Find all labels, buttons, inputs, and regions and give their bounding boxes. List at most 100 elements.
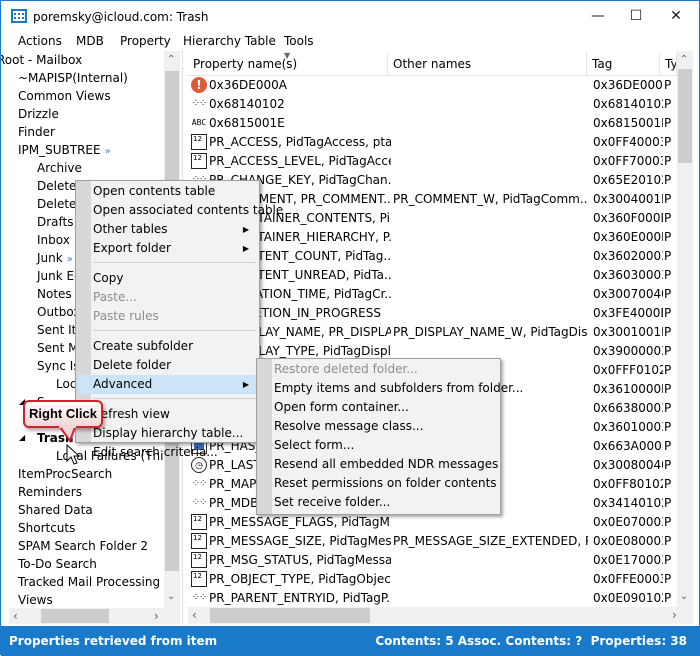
tree-item[interactable]: Junk» xyxy=(37,249,73,267)
tree-item-label: Shortcuts xyxy=(18,521,76,535)
menu-actions[interactable]: Actions xyxy=(18,34,62,48)
menu-item-refresh-view[interactable]: Refresh view xyxy=(78,405,257,424)
property-row[interactable]: ⁘⁘PR_CHANGE_KEY, PidTagChan...0x65E20102… xyxy=(188,171,677,190)
list-vertical-scrollbar[interactable]: ⌃ ⌄ xyxy=(677,51,693,607)
menu-item-copy[interactable]: Copy xyxy=(78,269,257,288)
tree-item[interactable]: Root - Mailbox xyxy=(1,51,82,69)
property-row[interactable]: 12 PR_MESSAGE_SIZE, PidTagMess... PR_MESSA… xyxy=(188,532,677,551)
property-row[interactable]: 12PR_CONTENT_UNREAD, PidTa...0x36030003P xyxy=(188,266,677,285)
property-type: P xyxy=(664,230,672,244)
tree-item[interactable]: Shortcuts xyxy=(18,519,75,537)
list-horizontal-scrollbar[interactable]: ‹ › xyxy=(188,607,693,624)
property-row[interactable]: 12 PR_ACCESS, PidTagAccess, pta... 0x0FF40… xyxy=(188,133,677,152)
menu-property[interactable]: Property xyxy=(120,34,171,48)
menu-item-resend-all-embedded-ndr-messages[interactable]: Resend all embedded NDR messages xyxy=(259,455,498,474)
other-names: PR_DISPLAY_NAME_W, PidTagDis... xyxy=(393,325,588,339)
menu-bar: Actions MDB Property Hierarchy Table Too… xyxy=(1,31,699,51)
tree-horizontal-scrollbar[interactable]: ‹ › xyxy=(9,608,180,624)
menu-item-select-form[interactable]: Select form... xyxy=(259,436,498,455)
tree-item[interactable]: Junk E- xyxy=(37,267,78,285)
property-row[interactable]: 12 PR_OBJECT_TYPE, PidTagObjec... 0x0FFE00… xyxy=(188,570,677,589)
menu-separator xyxy=(93,398,255,399)
property-row[interactable]: 12 PR_MESSAGE_FLAGS, PidTagM... 0x0E070003… xyxy=(188,513,677,532)
menu-item-paste: Paste... xyxy=(78,288,257,307)
menu-item-label: Copy xyxy=(93,271,124,285)
property-row[interactable]: ⁘⁘PR_CONTAINER_HIERARCHY, P...0x360E000D… xyxy=(188,228,677,247)
tree-hscroll-thumb[interactable] xyxy=(41,609,109,623)
list-scroll-thumb[interactable] xyxy=(678,69,692,163)
tree-item[interactable]: To-Do Search xyxy=(18,555,97,573)
tree-item[interactable]: Tracked Mail Processing xyxy=(18,573,160,591)
tree-item[interactable]: IPM_SUBTREE» xyxy=(18,141,111,159)
menu-mdb[interactable]: MDB xyxy=(76,34,104,48)
menu-item-reset-permissions-on-folder-contents[interactable]: Reset permissions on folder contents xyxy=(259,474,498,493)
menu-item-label: Edit search criteria... xyxy=(93,445,218,459)
menu-item-export-folder[interactable]: Export folder ▶ xyxy=(78,239,257,258)
menu-item-open-associated-contents-table[interactable]: Open associated contents table xyxy=(78,201,283,220)
property-row[interactable]: ⁘⁘ PR_PARENT_ENTRYID, PidTagP... 0x0E09010… xyxy=(188,589,677,608)
expand-arrow-icon[interactable]: ◢ xyxy=(19,433,25,442)
app-icon xyxy=(11,9,27,23)
tree-item[interactable]: Drafts xyxy=(37,213,74,231)
tree-item[interactable]: Common Views xyxy=(18,87,111,105)
column-header-tag[interactable]: Tag xyxy=(587,53,660,75)
menu-item-advanced[interactable]: Advanced ▶ xyxy=(78,375,257,394)
close-button[interactable]: ✕ xyxy=(661,5,691,27)
menu-item-display-hierarchy-table[interactable]: Display hierarchy table... xyxy=(78,424,257,443)
menu-item-label: Set receive folder... xyxy=(274,495,391,509)
property-row[interactable]: 12 PR_ACCESS_LEVEL, PidTagAcce... 0x0FF700… xyxy=(188,152,677,171)
property-row[interactable]: ABCPR_DISPLAY_NAME, PR_DISPLA...PR_DISPL… xyxy=(188,323,677,342)
tree-item[interactable]: Finder xyxy=(18,123,55,141)
property-tag: 0x0FFE0003 xyxy=(593,572,663,586)
menu-item-label: Resend all embedded NDR messages xyxy=(274,457,499,471)
menu-item-restore-deleted-folder: Restore deleted folder... xyxy=(259,360,498,379)
minimize-button[interactable]: — xyxy=(583,5,613,27)
tree-item[interactable]: SPAM Search Folder 2 xyxy=(18,537,148,555)
number-type-icon: 12 xyxy=(191,134,207,150)
tree-item[interactable]: Inbox xyxy=(37,231,70,249)
tree-item[interactable]: Notes xyxy=(37,285,72,303)
menu-hierarchy-table[interactable]: Hierarchy Table xyxy=(183,34,276,48)
column-header-other-names[interactable]: Other names xyxy=(388,53,587,75)
menu-item-empty-items-and-subfolders-from-folder[interactable]: Empty items and subfolders from folder..… xyxy=(259,379,523,398)
tree-item-label: Drafts xyxy=(37,215,74,229)
tree-item[interactable]: Reminders xyxy=(18,483,82,501)
property-type: P xyxy=(664,458,672,472)
property-type: P xyxy=(664,534,672,548)
menu-item-edit-search-criteria[interactable]: Edit search criteria... xyxy=(78,443,257,462)
tree-item[interactable]: Shared Data xyxy=(18,501,93,519)
property-row[interactable]: !0x36DE000A0x36DE000AP xyxy=(188,76,677,95)
menu-item-open-form-container[interactable]: Open form container... xyxy=(259,398,498,417)
property-type: P xyxy=(664,268,672,282)
column-header-type[interactable]: Ty xyxy=(660,53,677,75)
property-row[interactable]: 12PR_CONTENT_COUNT, PidTag...0x36020003P xyxy=(188,247,677,266)
submenu-arrow-icon: ▶ xyxy=(242,225,249,234)
property-tag: 0x0E090102 xyxy=(593,591,663,605)
property-row[interactable]: PR_DELETION_IN_PROGRESS 0x3FE4000B P xyxy=(188,304,677,323)
status-counts: Contents: 5 Assoc. Contents: ? Propertie… xyxy=(375,634,687,648)
tree-item[interactable]: Views xyxy=(18,591,53,608)
tree-item[interactable]: Drizzle xyxy=(18,105,59,123)
binary-type-icon: ⁘⁘ xyxy=(191,478,207,489)
menu-item-open-contents-table[interactable]: Open contents table xyxy=(78,182,257,201)
tree-item[interactable]: Archive xyxy=(37,159,82,177)
menu-separator xyxy=(93,330,255,331)
property-row[interactable]: ABC 0x6815001E 0x6815001E P xyxy=(188,114,677,133)
menu-item-other-tables[interactable]: Other tables ▶ xyxy=(78,220,257,239)
menu-tools[interactable]: Tools xyxy=(284,34,314,48)
tree-item[interactable]: ~MAPISP(Internal) xyxy=(18,69,128,87)
menu-item-delete-folder[interactable]: Delete folder xyxy=(78,356,257,375)
property-row[interactable]: 12 PR_MSG_STATUS, PidTagMessa... 0x0E17000… xyxy=(188,551,677,570)
property-row[interactable]: ◷PR_CREATION_TIME, PidTagCr...0x30070040… xyxy=(188,285,677,304)
menu-item-create-subfolder[interactable]: Create subfolder xyxy=(78,337,257,356)
tree-item[interactable]: Sent M xyxy=(37,339,78,357)
menu-item-set-receive-folder[interactable]: Set receive folder... xyxy=(259,493,498,512)
maximize-button[interactable]: ☐ xyxy=(621,5,651,27)
menu-item-label: Other tables xyxy=(93,222,168,236)
menu-item-resolve-message-class[interactable]: Resolve message class... xyxy=(259,417,498,436)
tree-item[interactable]: Loc xyxy=(56,375,76,393)
list-hscroll-thumb[interactable] xyxy=(210,608,370,623)
tree-item[interactable]: Outbox xyxy=(37,303,80,321)
property-row[interactable]: ⁘⁘ 0x68140102 0x68140102 P xyxy=(188,95,677,114)
title-bar: poremsky@icloud.com: Trash — ☐ ✕ xyxy=(1,1,699,31)
